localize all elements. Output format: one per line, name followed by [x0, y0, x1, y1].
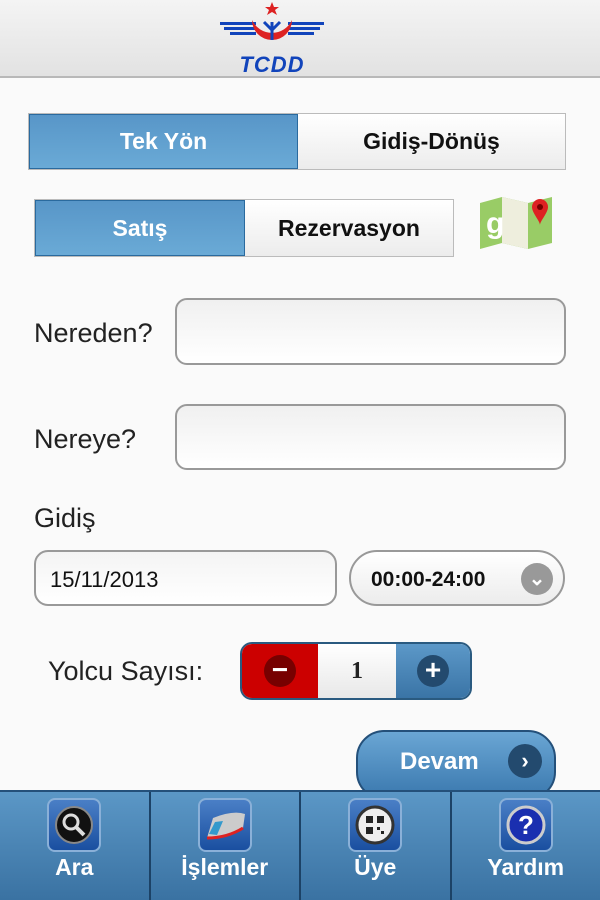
minus-icon: −	[264, 655, 296, 687]
time-range-value: 00:00-24:00	[371, 568, 486, 591]
from-input[interactable]	[175, 298, 566, 365]
passenger-stepper: − 1 +	[240, 642, 472, 700]
qr-code-icon	[348, 798, 403, 852]
svg-text:?: ?	[518, 810, 534, 840]
to-input[interactable]	[175, 404, 566, 470]
chevron-right-icon: ›	[508, 744, 542, 778]
bottom-tab-bar: Ara İşlemler Üye ? Yardım	[0, 790, 600, 900]
tab-uye[interactable]: Üye	[301, 792, 452, 900]
tab-yardim[interactable]: ? Yardım	[452, 792, 600, 900]
tab-ara[interactable]: Ara	[0, 792, 151, 900]
mode-segmented: Satış Rezervasyon	[34, 199, 454, 257]
passenger-count: 1	[318, 644, 396, 698]
tcdd-logo: TCDD	[216, 0, 328, 77]
search-icon	[47, 798, 102, 852]
date-field[interactable]: 15/11/2013	[34, 550, 337, 606]
trip-type-segmented: Tek Yön Gidiş-Dönüş	[28, 113, 566, 170]
tab-tek-yon[interactable]: Tek Yön	[29, 114, 298, 169]
tab-islemler[interactable]: İşlemler	[151, 792, 301, 900]
google-maps-icon[interactable]: g	[480, 197, 552, 249]
help-icon: ?	[498, 798, 553, 852]
passenger-label: Yolcu Sayısı:	[48, 656, 204, 686]
time-range-select[interactable]: 00:00-24:00 ⌄	[349, 550, 565, 606]
continue-label: Devam	[400, 748, 479, 775]
to-label: Nereye?	[34, 424, 137, 454]
increment-button[interactable]: +	[396, 644, 470, 698]
svg-text:g: g	[486, 207, 504, 240]
chevron-down-icon: ⌄	[521, 563, 553, 595]
tab-rezervasyon[interactable]: Rezervasyon	[245, 200, 453, 256]
tab-satis[interactable]: Satış	[35, 200, 245, 256]
from-label: Nereden?	[34, 318, 153, 348]
app-header: TCDD	[0, 0, 600, 78]
train-icon	[197, 798, 252, 852]
plus-icon: +	[417, 655, 449, 687]
departure-label: Gidiş	[34, 503, 96, 533]
tab-gidis-donus[interactable]: Gidiş-Dönüş	[298, 114, 565, 169]
decrement-button[interactable]: −	[242, 644, 318, 698]
